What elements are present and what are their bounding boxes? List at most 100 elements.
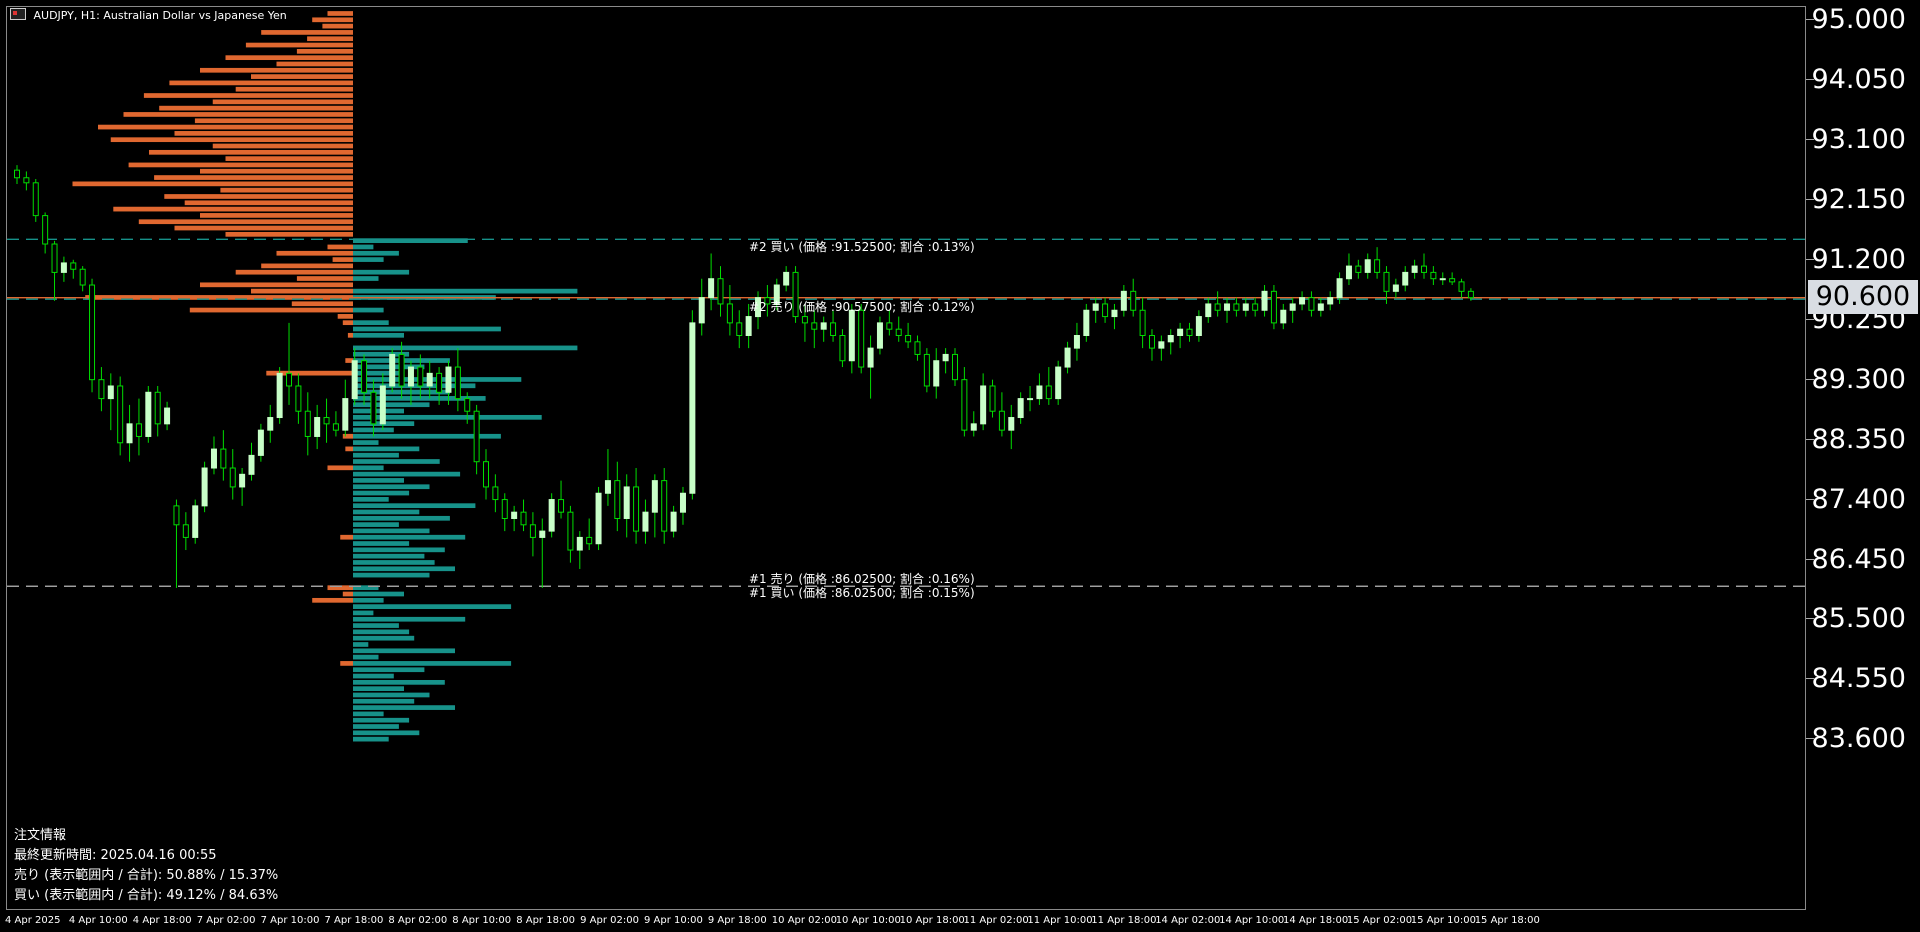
- candle-body: [51, 243, 58, 273]
- candle-body: [351, 360, 358, 400]
- candle-body: [989, 385, 996, 412]
- price-tick-mark: [1806, 78, 1814, 80]
- time-tick-label: 10 Apr 02:00: [771, 915, 837, 926]
- sell-order-bar: [345, 446, 353, 452]
- sell-order-bar: [312, 17, 353, 23]
- buy-order-bar: [353, 547, 445, 553]
- time-tick-label: 9 Apr 10:00: [644, 915, 703, 926]
- sell-order-bar: [332, 257, 353, 262]
- sell-order-bar: [327, 465, 353, 471]
- time-tick-label: 9 Apr 02:00: [580, 915, 639, 926]
- sell-order-bar: [200, 213, 353, 218]
- buy-order-bar: [353, 288, 578, 294]
- sell-order-bar: [113, 206, 353, 212]
- candle-body: [483, 461, 489, 488]
- sell-order-bar: [72, 181, 353, 187]
- price-tick-label: 93.100: [1811, 123, 1906, 155]
- sell-order-bar: [174, 131, 353, 136]
- candle-body: [276, 372, 283, 419]
- buy-order-bar: [353, 522, 399, 527]
- time-axis[interactable]: 4 Apr 2025 4 Apr 10:00 4 Apr 18:00 7 Apr 02…: [0, 910, 1810, 932]
- time-tick-label: 8 Apr 02:00: [388, 915, 448, 926]
- buy-order-bar: [353, 326, 501, 332]
- price-axis[interactable]: 95.000 94.050 93.100 92.150 91.200 90.250 89.3…: [1806, 0, 1920, 910]
- price-tick-label: 86.450: [1811, 543, 1906, 575]
- candle-body: [726, 303, 733, 324]
- sell-order-bar: [194, 118, 353, 124]
- sell-order-bar: [225, 231, 353, 237]
- sell-order-bar: [261, 263, 353, 269]
- candle-body: [745, 316, 752, 337]
- candle-body: [1299, 297, 1306, 305]
- time-tick-label: 8 Apr 18:00: [516, 915, 576, 926]
- candle-body: [511, 511, 518, 519]
- candle-body: [201, 467, 208, 507]
- sell-order-bar: [342, 320, 353, 326]
- price-tick-mark: [1806, 558, 1814, 560]
- buy-order-bar: [353, 332, 404, 338]
- time-tick-label: 11 Apr 18:00: [1091, 915, 1157, 926]
- price-tick-label: 83.600: [1811, 723, 1906, 755]
- candle-body: [1233, 303, 1240, 311]
- candle-body: [1270, 290, 1277, 324]
- candle-body: [1467, 290, 1474, 299]
- time-tick-label: 11 Apr 10:00: [1027, 915, 1093, 926]
- sell-order-bar: [123, 112, 353, 117]
- time-tick-label: 8 Apr 10:00: [452, 915, 512, 926]
- price-tick-label: 92.150: [1811, 183, 1906, 215]
- buy-order-bar: [353, 616, 466, 622]
- candle-body: [952, 353, 958, 381]
- candle-body: [1064, 347, 1071, 368]
- candle-body: [267, 417, 274, 431]
- candle-body: [539, 530, 546, 538]
- buy-order-bar: [353, 572, 430, 578]
- sell-order-bar: [327, 11, 353, 16]
- candle-body: [1252, 303, 1259, 311]
- candle-body: [1130, 290, 1137, 311]
- price-tick-mark: [1806, 618, 1814, 620]
- candle-body: [1139, 309, 1146, 337]
- buy-order-bar: [353, 730, 420, 736]
- candle-body: [1411, 265, 1418, 273]
- candle-body: [905, 335, 912, 343]
- chart-window-icon: [10, 8, 26, 20]
- candle-body: [1036, 385, 1043, 400]
- candle-body: [304, 410, 311, 437]
- candle-body: [998, 410, 1005, 431]
- candle-body: [586, 536, 593, 545]
- candle-body: [464, 398, 471, 412]
- candle-body: [145, 391, 152, 437]
- candle-body: [886, 322, 893, 330]
- price-tick-mark: [1806, 19, 1814, 20]
- sell-order-bar: [235, 86, 353, 92]
- candle-body: [1421, 265, 1427, 273]
- buy-order-bar: [353, 711, 384, 717]
- candle-body: [117, 385, 124, 444]
- candle-body: [379, 385, 386, 425]
- candle-body: [1458, 281, 1465, 292]
- candle-body: [595, 492, 602, 545]
- buy-order-bar: [353, 736, 389, 742]
- candle-body: [436, 372, 443, 393]
- sell-order-bar: [296, 276, 353, 281]
- chart-area[interactable]: [6, 6, 1806, 910]
- time-tick-label: 14 Apr 10:00: [1219, 915, 1285, 926]
- sell-order-bar: [184, 200, 353, 206]
- sell-order-bar: [251, 288, 353, 294]
- candle-body: [811, 322, 818, 330]
- sell-order-bar: [110, 137, 353, 143]
- candle-body: [1336, 278, 1343, 299]
- candle-body: [679, 492, 686, 513]
- buy-order-bar: [353, 515, 450, 521]
- sell-order-bar: [296, 48, 353, 54]
- candle-body: [89, 284, 96, 381]
- candle-body: [858, 309, 865, 368]
- buy-order-bar: [353, 345, 578, 351]
- sell-order-bar: [164, 194, 353, 199]
- sell-order-bar: [169, 80, 353, 86]
- sell-order-bar: [337, 314, 353, 319]
- candle-body: [220, 448, 227, 469]
- sell-order-bar: [212, 143, 353, 149]
- chart-canvas[interactable]: [7, 7, 1806, 910]
- candle-body: [1073, 335, 1080, 349]
